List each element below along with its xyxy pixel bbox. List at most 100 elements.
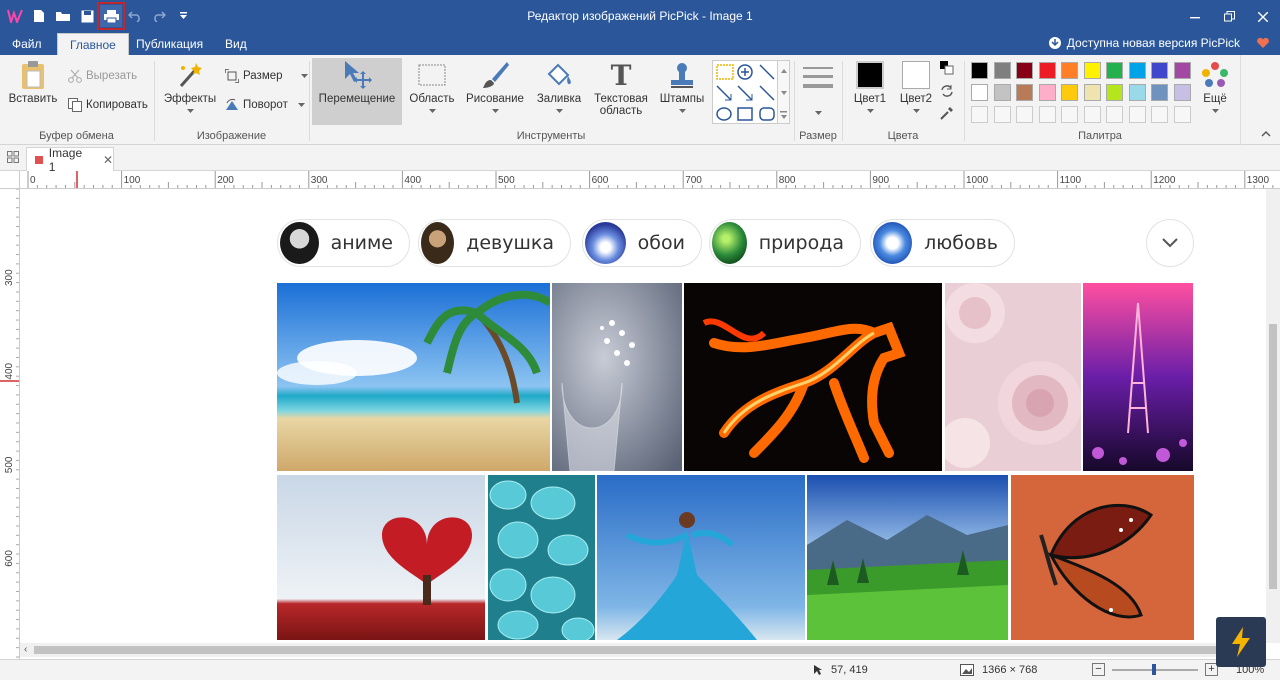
close-tab-icon[interactable]: ✕: [103, 153, 113, 167]
ruler-tick-label: 600: [4, 550, 15, 567]
cursor-icon: [814, 665, 822, 675]
palette-swatch[interactable]: [1061, 62, 1078, 79]
palette-swatch[interactable]: [993, 84, 1011, 101]
vertical-scrollbar[interactable]: [1266, 189, 1280, 643]
update-notice[interactable]: Доступна новая версия PicPick: [1048, 36, 1270, 50]
palette-swatch[interactable]: [1083, 84, 1101, 101]
palette-swatch-empty[interactable]: [1151, 106, 1168, 123]
selection-rect-icon: [417, 59, 447, 91]
horizontal-scroll-thumb[interactable]: [34, 646, 1224, 654]
swap-colors-icon[interactable]: [940, 84, 954, 98]
filter-chip[interactable]: природа: [709, 219, 861, 267]
ribbon-collapse-icon[interactable]: [1261, 130, 1271, 137]
menu-file[interactable]: Файл: [12, 33, 42, 55]
color2-button[interactable]: Цвет2: [896, 59, 936, 113]
wallpaper-eiffel[interactable]: [1083, 283, 1193, 471]
palette-swatch[interactable]: [1038, 84, 1056, 101]
scroll-left-icon[interactable]: ‹: [24, 644, 27, 655]
palette-swatch[interactable]: [1038, 62, 1056, 79]
paste-button[interactable]: Вставить: [9, 59, 57, 105]
palette-swatch-empty[interactable]: [1173, 106, 1191, 123]
palette-swatch[interactable]: [1151, 84, 1168, 101]
rotate-button[interactable]: Поворот: [225, 98, 305, 112]
more-colors-button[interactable]: Ещё: [1198, 59, 1232, 113]
restore-button[interactable]: [1212, 0, 1246, 33]
palette-swatch[interactable]: [1173, 84, 1191, 101]
eyedropper-icon[interactable]: [940, 106, 954, 120]
palette-swatch-empty[interactable]: [1038, 106, 1056, 123]
vertical-scroll-thumb[interactable]: [1269, 324, 1277, 589]
area-tool-button[interactable]: Область: [408, 59, 456, 113]
shapes-gallery[interactable]: [712, 60, 778, 124]
filter-chip[interactable]: аниме: [277, 219, 410, 267]
palette-swatch-empty[interactable]: [1128, 106, 1146, 123]
filter-chip[interactable]: любовь: [870, 219, 1015, 267]
filter-chip[interactable]: девушка: [418, 219, 571, 267]
palette-swatch-empty[interactable]: [971, 106, 988, 123]
palette-swatch[interactable]: [971, 84, 988, 101]
heart-icon[interactable]: [1256, 37, 1270, 49]
palette-swatch-empty[interactable]: [1061, 106, 1078, 123]
stamps-tool-button[interactable]: Штампы: [658, 59, 706, 113]
image-canvas[interactable]: аниме девушка обои природа любовь: [20, 189, 1266, 643]
shapes-gallery-scroll[interactable]: [778, 60, 790, 124]
filter-chip[interactable]: обои: [582, 219, 702, 267]
default-colors-icon[interactable]: [940, 61, 954, 75]
scissors-icon: [68, 69, 82, 83]
palette-swatch[interactable]: [1128, 84, 1146, 101]
horizontal-scrollbar[interactable]: ‹: [20, 643, 1266, 657]
wallpaper-blue-stones[interactable]: [488, 475, 595, 640]
palette-swatch-empty[interactable]: [1106, 106, 1123, 123]
tab-grid-icon[interactable]: [7, 151, 19, 166]
copy-button[interactable]: Копировать: [68, 98, 148, 112]
resize-button[interactable]: Размер: [225, 69, 308, 83]
move-tool-button[interactable]: Перемещение: [312, 58, 402, 125]
palette-swatch[interactable]: [1128, 62, 1146, 79]
palette-swatch[interactable]: [1016, 62, 1033, 79]
menu-publish[interactable]: Публикация: [136, 33, 203, 55]
wallpaper-beach[interactable]: [277, 283, 550, 471]
download-icon: [1048, 37, 1061, 49]
palette-swatch-empty[interactable]: [1016, 106, 1033, 123]
palette-swatch[interactable]: [1016, 84, 1033, 101]
palette-swatch[interactable]: [1151, 62, 1168, 79]
close-button[interactable]: [1246, 0, 1280, 33]
palette-swatch[interactable]: [971, 62, 988, 79]
menu-view[interactable]: Вид: [225, 33, 247, 55]
effects-button[interactable]: Эффекты: [162, 59, 218, 113]
text-area-tool-button[interactable]: T Текстовая область: [592, 58, 650, 118]
wallpaper-dancer[interactable]: [597, 475, 805, 640]
wallpaper-mountains[interactable]: [807, 475, 1008, 640]
wallpaper-heart-tree[interactable]: [277, 475, 485, 640]
palette-swatch-empty[interactable]: [1083, 106, 1101, 123]
palette-swatch[interactable]: [1061, 84, 1078, 101]
cut-button[interactable]: Вырезать: [68, 69, 137, 83]
wallpaper-glass-flowers[interactable]: [552, 283, 682, 471]
lightning-badge[interactable]: [1216, 617, 1266, 667]
zoom-out-button[interactable]: −: [1092, 663, 1105, 676]
minimize-button[interactable]: [1178, 0, 1212, 33]
palette-swatch-empty[interactable]: [993, 106, 1011, 123]
menu-home[interactable]: Главное: [57, 33, 129, 55]
chip-label: природа: [758, 232, 844, 254]
color2-swatch: [902, 61, 930, 89]
color1-button[interactable]: Цвет1: [850, 59, 890, 113]
tab-image-1[interactable]: Image 1 ✕: [26, 146, 114, 174]
ruler-tick-label: 700: [685, 175, 702, 186]
wallpaper-roses[interactable]: [945, 283, 1081, 471]
ruler-tick-label: 200: [217, 175, 234, 186]
palette-swatch[interactable]: [993, 62, 1011, 79]
fill-tool-button[interactable]: Заливка: [534, 59, 584, 113]
text-icon: T: [610, 58, 632, 92]
ruler-tick-label: 600: [592, 175, 609, 186]
line-size-button[interactable]: [803, 67, 833, 120]
palette-swatch[interactable]: [1083, 62, 1101, 79]
draw-tool-button[interactable]: Рисование: [466, 59, 524, 113]
expand-chips-button[interactable]: [1146, 219, 1194, 267]
palette-swatch[interactable]: [1106, 62, 1123, 79]
palette-swatch[interactable]: [1106, 84, 1123, 101]
wallpaper-butterfly[interactable]: [1011, 475, 1194, 640]
wallpaper-fire-horse[interactable]: [684, 283, 942, 471]
zoom-slider-thumb[interactable]: [1152, 664, 1156, 675]
palette-swatch[interactable]: [1173, 62, 1191, 79]
